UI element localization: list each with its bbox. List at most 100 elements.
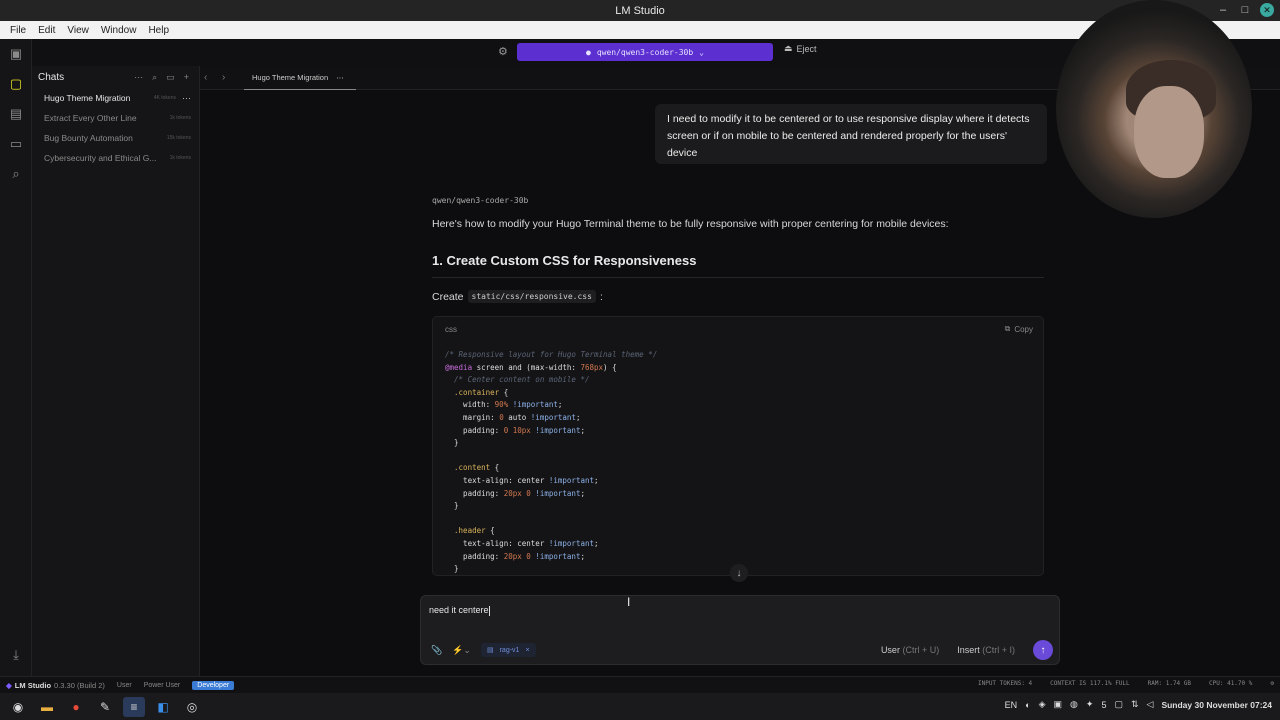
brand-logo-icon: ◆ — [6, 680, 12, 690]
settings-icon[interactable]: ⚙ — [498, 45, 508, 58]
tab-menu-icon[interactable]: ⋯ — [336, 73, 344, 82]
mode-power-user[interactable]: Power User — [144, 682, 181, 689]
webcam-face — [1134, 86, 1204, 178]
chat-item-tokens: 1k tokens — [169, 115, 191, 121]
window-controls: – □ ✕ — [1216, 3, 1274, 17]
message-input[interactable]: need it centere — [429, 605, 989, 616]
menu-view[interactable]: View — [67, 25, 89, 36]
left-nav-rail: ▣ ▢ ▤ ▭ ⌕ ⤓ — [0, 39, 32, 676]
eject-icon: ⏏ — [784, 43, 793, 53]
workspace-number[interactable]: 5 — [1101, 700, 1106, 710]
code-language: css — [445, 324, 457, 334]
text-cursor-pointer-icon: I — [627, 595, 631, 609]
copy-button[interactable]: ⧉ Copy — [1005, 324, 1033, 334]
mode-developer[interactable]: Developer — [192, 680, 235, 690]
menu-edit[interactable]: Edit — [38, 25, 55, 36]
minimize-icon[interactable]: – — [1216, 3, 1230, 17]
scroll-down-button[interactable]: ↓ — [730, 564, 748, 582]
chat-item-name: Extract Every Other Line — [44, 113, 137, 123]
tray-user-icon[interactable]: ◍ — [1070, 699, 1078, 710]
window-title: LM Studio — [615, 4, 665, 17]
new-folder-icon[interactable]: ▭ — [166, 72, 175, 83]
status-bar: ◆ LM Studio 0.3.30 (Build 2) User Power … — [0, 676, 1280, 693]
create-file-line: Create static/css/responsive.css : — [432, 290, 603, 303]
model-dot-icon: ● — [586, 47, 591, 57]
insert-shortcut: (Ctrl + I) — [982, 645, 1015, 655]
context-usage: CONTEXT IS 117.1% FULL — [1050, 680, 1130, 687]
app-launcher-icon[interactable]: ◉ — [7, 697, 29, 717]
tray-window-icon[interactable]: ▢ — [1114, 699, 1123, 710]
chat-item-tokens: 4K tokens — [153, 95, 176, 101]
file-manager-icon[interactable]: ▬ — [36, 697, 58, 717]
message-composer: need it centere 📎 ⚡⌄ ▤ rag-v1 × User (Ct… — [420, 595, 1060, 665]
tab-label: Hugo Theme Migration — [252, 72, 329, 82]
send-button[interactable]: ↑ — [1033, 640, 1053, 660]
chat-item-menu-icon[interactable]: ⋯ — [182, 93, 191, 104]
close-icon[interactable]: ✕ — [1260, 3, 1274, 17]
code-block-header: css ⧉ Copy — [433, 317, 1043, 341]
tray-bluetooth-icon[interactable]: ✦ — [1086, 699, 1094, 710]
browser-icon[interactable]: ● — [65, 697, 87, 717]
search-chats-icon[interactable]: ⌕ — [152, 72, 157, 83]
search-icon[interactable]: ⌕ — [0, 159, 32, 189]
message-input-text: need it centere — [429, 605, 489, 615]
menu-window[interactable]: Window — [101, 25, 137, 36]
tray-app-icon[interactable]: ◐ — [1025, 700, 1030, 710]
remove-chip-icon[interactable]: × — [525, 647, 529, 654]
create-prefix: Create — [432, 290, 464, 303]
network-app-icon[interactable]: ◎ — [181, 697, 203, 717]
sidebar-item-bug-bounty-automation[interactable]: Bug Bounty Automation 15k tokens — [32, 128, 199, 148]
sidebar-item-cybersecurity[interactable]: Cybersecurity and Ethical G... 1k tokens — [32, 148, 199, 168]
model-name: qwen/qwen3-coder-30b — [596, 47, 694, 57]
user-role-shortcut: (Ctrl + U) — [902, 645, 940, 655]
menu-help[interactable]: Help — [148, 25, 169, 36]
tray-shield-icon[interactable]: ◈ — [1039, 699, 1046, 710]
developer-icon[interactable]: ▤ — [0, 99, 32, 129]
new-chat-icon[interactable]: + — [184, 72, 189, 83]
sidebar-item-extract-every-other-line[interactable]: Extract Every Other Line 1k tokens — [32, 108, 199, 128]
back-icon[interactable]: ‹ — [204, 72, 218, 83]
attach-icon[interactable]: 📎 — [431, 645, 442, 656]
composer-actions: User (Ctrl + U) Insert (Ctrl + I) ↑ — [881, 640, 1053, 660]
pen-tool-icon[interactable]: ✎ — [94, 697, 116, 717]
tab-hugo-theme-migration[interactable]: Hugo Theme Migration ⋯ — [244, 66, 356, 90]
create-suffix: : — [599, 290, 603, 303]
menu-file[interactable]: File — [10, 25, 26, 36]
maximize-icon[interactable]: □ — [1238, 3, 1252, 17]
sidebar-header: Chats ⋯ ⌕ ▭ + — [32, 66, 199, 88]
chat-icon[interactable]: ▢ — [0, 69, 32, 99]
status-metrics: INPUT TOKENS: 4 CONTEXT IS 117.1% FULL R… — [978, 680, 1274, 687]
clock[interactable]: Sunday 30 November 07:24 — [1161, 700, 1272, 710]
response-heading: 1. Create Custom CSS for Responsiveness — [432, 253, 697, 268]
cpu-usage: CPU: 41.70 % — [1209, 680, 1253, 687]
input-tokens: INPUT TOKENS: 4 — [977, 680, 1033, 687]
model-selector[interactable]: ● qwen/qwen3-coder-30b ⌄ — [517, 43, 773, 61]
user-role-button[interactable]: User (Ctrl + U) — [881, 645, 939, 655]
code-content: /* Responsive layout for Hugo Terminal t… — [445, 350, 658, 574]
folder-icon[interactable]: ▭ — [0, 129, 32, 159]
insert-label: Insert — [957, 645, 980, 655]
copy-label: Copy — [1014, 324, 1033, 334]
eject-label: Eject — [796, 43, 817, 54]
tray-volume-icon[interactable]: ◁ — [1147, 699, 1154, 710]
forward-icon[interactable]: › — [222, 72, 236, 83]
eject-button[interactable]: ⏏ Eject — [784, 43, 817, 54]
insert-button[interactable]: Insert (Ctrl + I) — [957, 645, 1015, 655]
user-message: I need to modify it to be centered or to… — [655, 104, 1047, 164]
system-tray: EN ◐ ◈ ▣ ◍ ✦ 5 ▢ ⇅ ◁ Sunday 30 November … — [1005, 699, 1272, 710]
download-icon[interactable]: ⤓ — [0, 640, 32, 670]
mode-user[interactable]: User — [117, 682, 132, 689]
rag-chip[interactable]: ▤ rag-v1 × — [480, 643, 536, 657]
sidebar-item-hugo-theme-migration[interactable]: Hugo Theme Migration 4K tokens ⋯ — [32, 88, 199, 108]
sidebar-toggle-icon[interactable]: ▣ — [0, 39, 32, 69]
status-settings-icon[interactable]: ⚙ — [1270, 680, 1274, 687]
more-icon[interactable]: ⋯ — [134, 72, 143, 83]
keyboard-layout[interactable]: EN — [1005, 700, 1018, 710]
tray-lock-icon[interactable]: ▣ — [1054, 699, 1063, 710]
tray-network-icon[interactable]: ⇅ — [1131, 699, 1139, 710]
plugin-icon[interactable]: ⚡⌄ — [452, 645, 471, 656]
rag-chip-label: rag-v1 — [499, 646, 520, 654]
code-editor-icon[interactable]: ◧ — [152, 697, 174, 717]
code-block: css ⧉ Copy /* Responsive layout for Hugo… — [432, 316, 1044, 576]
lm-studio-task-icon[interactable]: ≡ — [123, 696, 145, 717]
